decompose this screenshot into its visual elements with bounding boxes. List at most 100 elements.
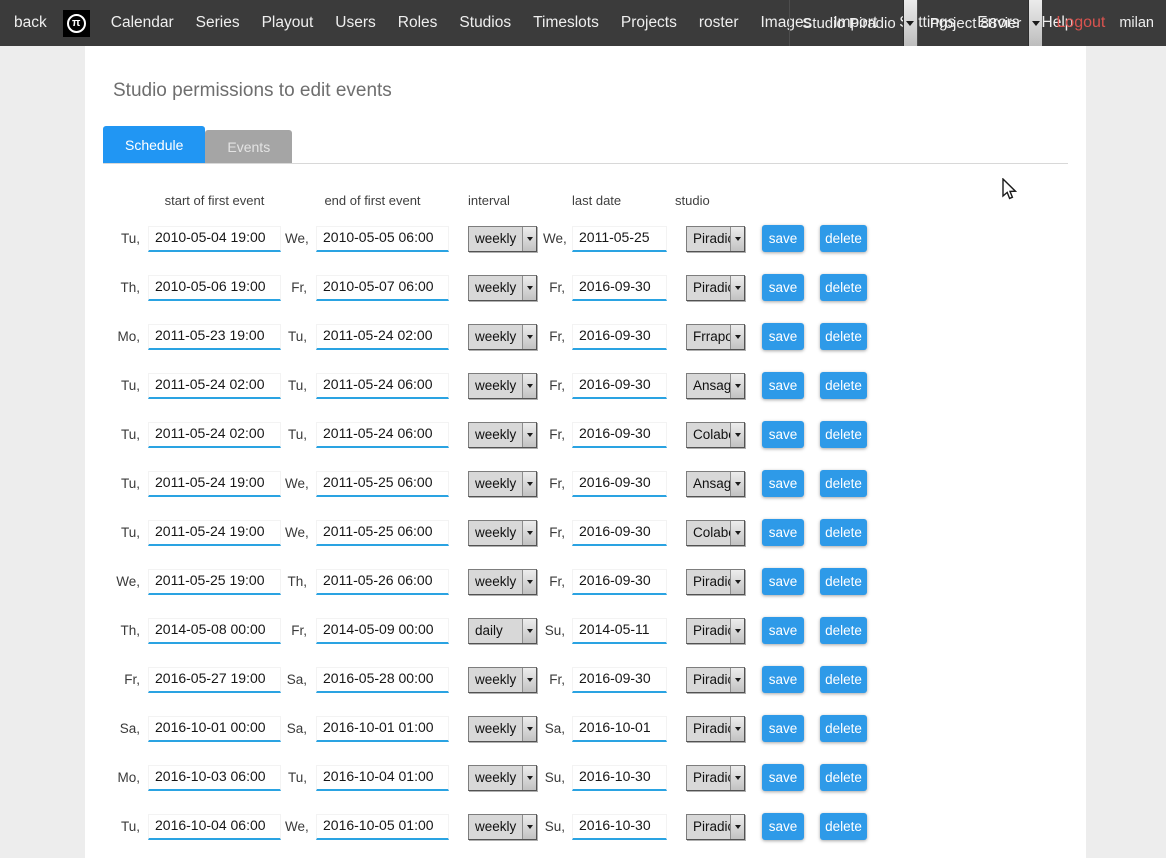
last-date-input[interactable] <box>572 324 667 350</box>
start-datetime-input[interactable] <box>148 765 281 791</box>
interval-select[interactable]: weekly <box>468 765 537 791</box>
chevron-down-icon[interactable] <box>903 0 917 46</box>
end-datetime-input[interactable] <box>316 471 449 497</box>
studio-select[interactable]: Piradio <box>686 765 745 791</box>
nav-item-studios[interactable]: Studios <box>448 0 522 46</box>
delete-button[interactable]: delete <box>820 323 867 350</box>
end-datetime-input[interactable] <box>316 226 449 252</box>
pi-radio-logo-icon[interactable]: π <box>63 10 90 37</box>
start-datetime-input[interactable] <box>148 324 281 350</box>
project-switcher-select[interactable]: Project 88vier <box>917 0 1043 46</box>
dropdown-arrow-icon[interactable] <box>522 521 536 545</box>
last-date-input[interactable] <box>572 716 667 742</box>
dropdown-arrow-icon[interactable] <box>522 374 536 398</box>
studio-select[interactable]: Piradio <box>686 569 745 595</box>
start-datetime-input[interactable] <box>148 373 281 399</box>
studio-select[interactable]: Frrapo <box>686 324 745 350</box>
dropdown-arrow-icon[interactable] <box>522 227 536 251</box>
studio-select[interactable]: Piradio <box>686 226 745 252</box>
last-date-input[interactable] <box>572 618 667 644</box>
studio-select[interactable]: Piradio <box>686 618 745 644</box>
dropdown-arrow-icon[interactable] <box>730 325 744 349</box>
save-button[interactable]: save <box>762 225 804 252</box>
dropdown-arrow-icon[interactable] <box>730 521 744 545</box>
interval-select[interactable]: weekly <box>468 373 537 399</box>
studio-select[interactable]: Colabo <box>686 520 745 546</box>
end-datetime-input[interactable] <box>316 324 449 350</box>
save-button[interactable]: save <box>762 519 804 546</box>
end-datetime-input[interactable] <box>316 814 449 840</box>
studio-select[interactable]: Colabo <box>686 422 745 448</box>
last-date-input[interactable] <box>572 520 667 546</box>
interval-select[interactable]: weekly <box>468 471 537 497</box>
delete-button[interactable]: delete <box>820 617 867 644</box>
interval-select[interactable]: weekly <box>468 324 537 350</box>
nav-item-roster[interactable]: roster <box>688 0 750 46</box>
delete-button[interactable]: delete <box>820 666 867 693</box>
dropdown-arrow-icon[interactable] <box>730 619 744 643</box>
delete-button[interactable]: delete <box>820 274 867 301</box>
save-button[interactable]: save <box>762 764 804 791</box>
end-datetime-input[interactable] <box>316 765 449 791</box>
nav-item-roles[interactable]: Roles <box>387 0 449 46</box>
delete-button[interactable]: delete <box>820 225 867 252</box>
delete-button[interactable]: delete <box>820 372 867 399</box>
start-datetime-input[interactable] <box>148 569 281 595</box>
last-date-input[interactable] <box>572 422 667 448</box>
start-datetime-input[interactable] <box>148 226 281 252</box>
nav-item-playout[interactable]: Playout <box>251 0 325 46</box>
dropdown-arrow-icon[interactable] <box>730 717 744 741</box>
dropdown-arrow-icon[interactable] <box>730 766 744 790</box>
dropdown-arrow-icon[interactable] <box>522 815 536 839</box>
end-datetime-input[interactable] <box>316 569 449 595</box>
dropdown-arrow-icon[interactable] <box>730 815 744 839</box>
start-datetime-input[interactable] <box>148 520 281 546</box>
interval-select[interactable]: weekly <box>468 814 537 840</box>
dropdown-arrow-icon[interactable] <box>730 276 744 300</box>
dropdown-arrow-icon[interactable] <box>730 570 744 594</box>
dropdown-arrow-icon[interactable] <box>522 717 536 741</box>
start-datetime-input[interactable] <box>148 471 281 497</box>
end-datetime-input[interactable] <box>316 275 449 301</box>
dropdown-arrow-icon[interactable] <box>522 325 536 349</box>
end-datetime-input[interactable] <box>316 520 449 546</box>
save-button[interactable]: save <box>762 666 804 693</box>
nav-item-users[interactable]: Users <box>324 0 386 46</box>
dropdown-arrow-icon[interactable] <box>522 668 536 692</box>
dropdown-arrow-icon[interactable] <box>730 668 744 692</box>
dropdown-arrow-icon[interactable] <box>522 570 536 594</box>
dropdown-arrow-icon[interactable] <box>730 423 744 447</box>
end-datetime-input[interactable] <box>316 618 449 644</box>
interval-select[interactable]: weekly <box>468 667 537 693</box>
dropdown-arrow-icon[interactable] <box>522 276 536 300</box>
dropdown-arrow-icon[interactable] <box>522 619 536 643</box>
end-datetime-input[interactable] <box>316 716 449 742</box>
back-link[interactable]: back <box>14 0 57 46</box>
delete-button[interactable]: delete <box>820 519 867 546</box>
save-button[interactable]: save <box>762 274 804 301</box>
interval-select[interactable]: weekly <box>468 226 537 252</box>
tab-events[interactable]: Events <box>205 130 292 163</box>
delete-button[interactable]: delete <box>820 568 867 595</box>
save-button[interactable]: save <box>762 715 804 742</box>
studio-select[interactable]: Piradio <box>686 275 745 301</box>
interval-select[interactable]: weekly <box>468 520 537 546</box>
nav-item-series[interactable]: Series <box>185 0 251 46</box>
nav-item-projects[interactable]: Projects <box>610 0 688 46</box>
studio-select[interactable]: Ansage <box>686 373 745 399</box>
last-date-input[interactable] <box>572 373 667 399</box>
interval-select[interactable]: weekly <box>468 275 537 301</box>
delete-button[interactable]: delete <box>820 715 867 742</box>
last-date-input[interactable] <box>572 667 667 693</box>
save-button[interactable]: save <box>762 470 804 497</box>
start-datetime-input[interactable] <box>148 275 281 301</box>
save-button[interactable]: save <box>762 323 804 350</box>
interval-select[interactable]: daily <box>468 618 537 644</box>
nav-item-timeslots[interactable]: Timeslots <box>522 0 610 46</box>
start-datetime-input[interactable] <box>148 422 281 448</box>
dropdown-arrow-icon[interactable] <box>522 472 536 496</box>
chevron-down-icon[interactable] <box>1028 0 1042 46</box>
studio-switcher-select[interactable]: Studio Piradio <box>789 0 916 46</box>
start-datetime-input[interactable] <box>148 618 281 644</box>
last-date-input[interactable] <box>572 471 667 497</box>
